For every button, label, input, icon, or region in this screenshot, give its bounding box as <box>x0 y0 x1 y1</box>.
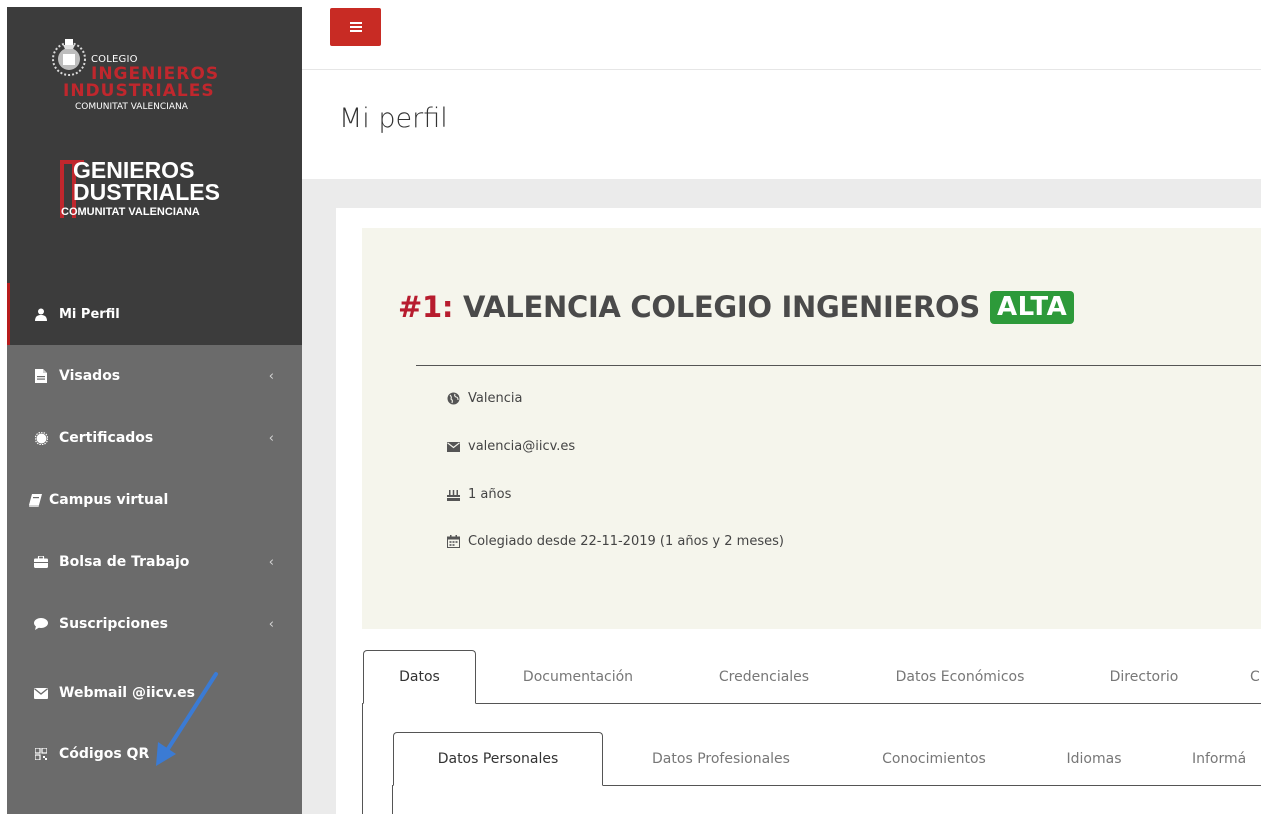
logo2-line-2: DUSTRIALES <box>73 179 220 205</box>
chevron-left-icon: ‹ <box>268 369 274 384</box>
logo2-line-1: GENIEROS <box>73 157 195 183</box>
logo-wordmark-primary: COLEGIO INGENIEROS INDUSTRIALES COMUNITA… <box>63 55 281 112</box>
profile-title: #1: VALENCIA COLEGIO INGENIEROS ALTA <box>398 290 1075 326</box>
tab-datos[interactable]: Datos <box>363 650 476 704</box>
status-badge: ALTA <box>989 291 1075 324</box>
page-header: Mi perfil <box>302 71 1261 179</box>
sidebar: COLEGIO INGENIEROS INDUSTRIALES COMUNITA… <box>7 7 302 814</box>
chevron-left-icon: ‹ <box>268 617 274 632</box>
sidebar-item-label: Webmail @iicv.es <box>59 685 195 701</box>
college-seal-logo <box>52 39 86 76</box>
chevron-left-icon: ‹ <box>268 555 274 570</box>
comment-icon <box>33 616 49 632</box>
sidebar-item-codigos-qr[interactable]: Códigos QR <box>7 723 302 785</box>
chevron-left-icon: ‹ <box>268 431 274 446</box>
tab-credenciales[interactable]: Credenciales <box>690 650 838 704</box>
hamburger-icon <box>349 22 362 32</box>
profile-card: #1: VALENCIA COLEGIO INGENIEROS ALTA Vale… <box>362 228 1261 629</box>
sidebar-item-label: Certificados <box>59 430 154 446</box>
tab-content-border <box>362 703 363 814</box>
profile-age: 1 años <box>446 487 511 502</box>
page-title: Mi perfil <box>339 103 448 134</box>
sidebar-item-webmail[interactable]: Webmail @iicv.es <box>7 662 302 724</box>
file-icon <box>33 368 49 384</box>
profile-city: Valencia <box>446 391 522 406</box>
tab-directorio[interactable]: Directorio <box>1082 650 1206 704</box>
sidebar-item-label: Códigos QR <box>59 746 150 762</box>
book-icon <box>27 492 43 508</box>
subtab-idiomas[interactable]: Idiomas <box>1042 732 1146 786</box>
logo-red-line-2: INDUSTRIALES <box>63 81 215 101</box>
birthday-cake-icon <box>446 488 460 502</box>
title-divider <box>416 365 1261 366</box>
sidebar-item-certificados[interactable]: Certificados ‹ <box>7 407 302 469</box>
sidebar-item-label: Bolsa de Trabajo <box>59 554 190 570</box>
brand-area: COLEGIO INGENIEROS INDUSTRIALES COMUNITA… <box>7 7 302 283</box>
tab-more[interactable]: C <box>1216 650 1261 704</box>
sidebar-item-campus-virtual[interactable]: Campus virtual <box>7 469 302 531</box>
sidebar-item-label: Campus virtual <box>49 492 169 508</box>
subtab-datos-profesionales[interactable]: Datos Profesionales <box>617 732 825 786</box>
calendar-icon <box>446 535 460 549</box>
profile-member-since: Colegiado desde 22-11-2019 (1 años y 2 m… <box>446 534 784 549</box>
user-icon <box>33 306 49 322</box>
menu-toggle-button[interactable] <box>330 8 381 46</box>
logo-subtitle: COMUNITAT VALENCIANA <box>75 102 188 112</box>
globe-icon <box>446 392 460 406</box>
envelope-icon <box>446 440 460 454</box>
sidebar-item-mi-perfil[interactable]: Mi Perfil <box>7 283 302 345</box>
top-navbar <box>302 0 1261 70</box>
age-text: 1 años <box>468 487 512 502</box>
sidebar-item-label: Mi Perfil <box>59 306 120 322</box>
subtab-content-border <box>392 785 393 814</box>
briefcase-icon <box>33 554 49 570</box>
sidebar-item-suscripciones[interactable]: Suscripciones ‹ <box>7 593 302 655</box>
certificate-icon <box>33 430 49 446</box>
profile-name: VALENCIA COLEGIO INGENIEROS <box>462 290 980 324</box>
sidebar-item-visados[interactable]: Visados ‹ <box>7 345 302 407</box>
subtab-informacion[interactable]: Informá <box>1170 732 1261 786</box>
qrcode-icon <box>33 746 49 762</box>
profile-number: #1: <box>398 290 454 324</box>
envelope-icon <box>33 685 49 701</box>
sidebar-item-label: Suscripciones <box>59 616 168 632</box>
city-text: Valencia <box>468 391 523 406</box>
logo-wordmark-secondary: GENIEROS DUSTRIALES COMUNITAT VALENCIANA <box>55 147 255 218</box>
subtab-conocimientos[interactable]: Conocimientos <box>848 732 1020 786</box>
email-text: valencia@iicv.es <box>468 439 576 454</box>
subtab-datos-personales[interactable]: Datos Personales <box>393 732 603 786</box>
app-window: COLEGIO INGENIEROS INDUSTRIALES COMUNITA… <box>0 0 1261 814</box>
tab-datos-economicos[interactable]: Datos Económicos <box>862 650 1058 704</box>
sidebar-item-label: Visados <box>59 368 121 384</box>
profile-email: valencia@iicv.es <box>446 439 575 454</box>
sidebar-item-bolsa-de-trabajo[interactable]: Bolsa de Trabajo ‹ <box>7 531 302 593</box>
logo2-subtitle: COMUNITAT VALENCIANA <box>61 206 200 218</box>
member-since-text: Colegiado desde 22-11-2019 (1 años y 2 m… <box>468 534 784 549</box>
tab-documentacion[interactable]: Documentación <box>492 650 664 704</box>
